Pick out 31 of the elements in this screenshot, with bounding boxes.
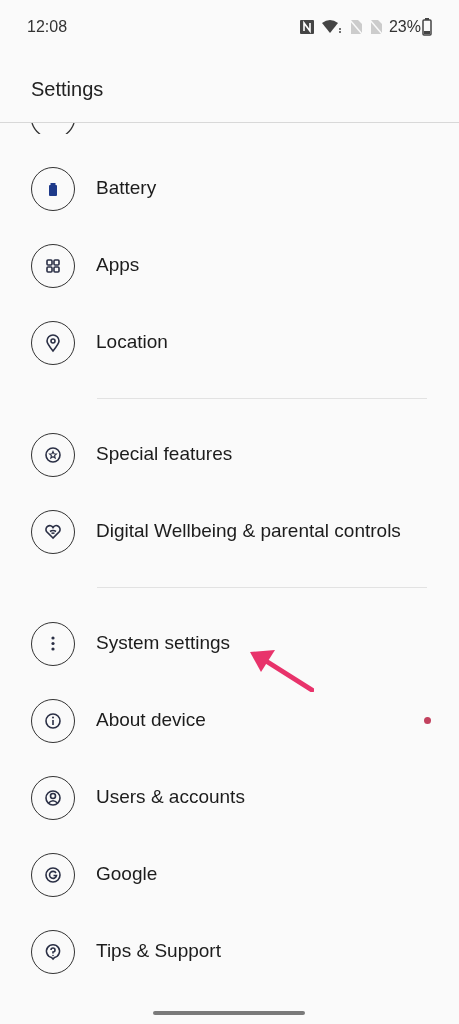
item-label: Users & accounts [96,785,246,810]
settings-item[interactable]: Digital Wellbeing & parental controls [0,493,459,570]
item-label: Battery [96,176,158,201]
annotation-arrow [248,648,314,692]
settings-item[interactable]: Users & accounts [0,759,459,836]
page-title: Settings [31,77,104,102]
settings-item[interactable]: About device [0,682,459,759]
item-label: About device [96,708,207,733]
nfc-icon [298,19,315,35]
item-label: Google [96,862,159,887]
item-label: Tips & Support [96,939,222,964]
settings-item[interactable]: Battery [0,150,459,227]
settings-item[interactable]: Location [0,304,459,381]
item-label: Apps [96,253,141,278]
settings-item[interactable]: Apps [0,227,459,304]
item-label: Digital Wellbeing & parental controls [96,519,402,544]
item-label: System settings [96,631,232,656]
wifi-icon [320,19,343,35]
item-label: Location [96,330,169,355]
settings-item[interactable]: System settings [0,605,459,682]
settings-item[interactable]: Google [0,836,459,913]
item-label: Special features [96,442,234,467]
settings-item[interactable]: Tips & Support [0,913,459,990]
more-icon [51,636,55,651]
status-time: 12:08 [27,17,68,37]
settings-item[interactable]: Special features [0,416,459,493]
no-sim-icon [368,19,383,35]
battery-percent: 23% [388,17,421,37]
icon-outline [31,123,75,134]
battery-icon [422,18,432,36]
no-sim-icon [348,19,363,35]
